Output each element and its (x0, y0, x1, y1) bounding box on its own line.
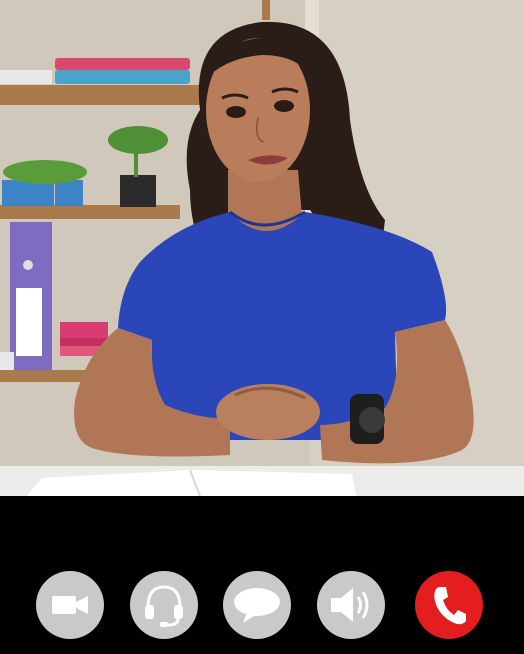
camera-toggle-button[interactable] (36, 571, 104, 639)
video-camera-icon (52, 596, 88, 614)
speaker-icon (331, 588, 369, 622)
call-controls-bar (0, 496, 524, 654)
speaker-button[interactable] (317, 571, 385, 639)
headset-icon (145, 585, 183, 627)
chat-button[interactable] (223, 571, 291, 639)
chat-bubble-icon (234, 588, 280, 623)
video-frame (0, 0, 524, 496)
phone-handset-icon (434, 587, 466, 625)
headset-button[interactable] (130, 571, 198, 639)
video-feed (0, 0, 524, 496)
end-call-button[interactable] (415, 571, 483, 639)
